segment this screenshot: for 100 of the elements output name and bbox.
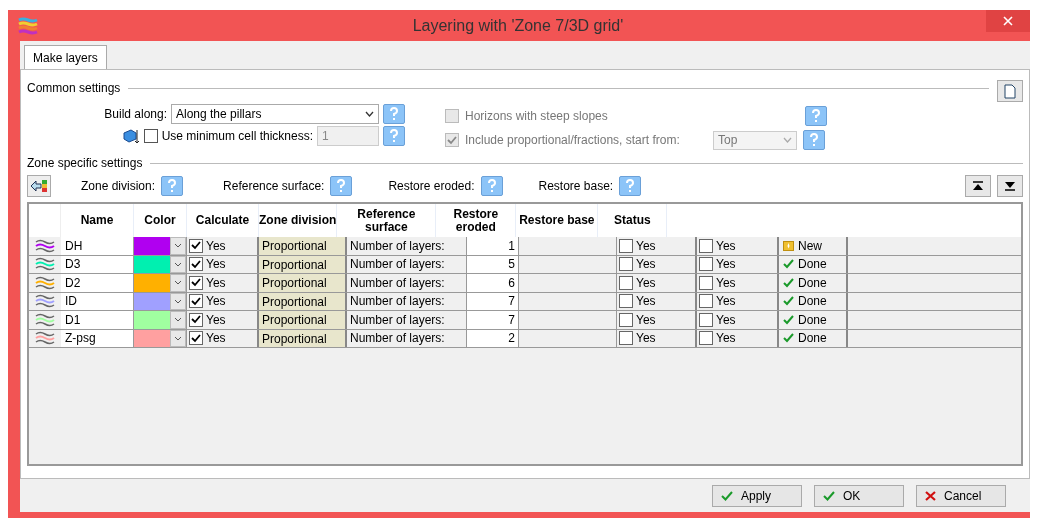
help-icon [389, 129, 399, 143]
layers-icon [35, 312, 55, 327]
help-button[interactable] [805, 106, 827, 126]
status-label: Done [798, 256, 827, 274]
chevron-icon [174, 317, 182, 323]
arrow-table-icon [30, 179, 48, 193]
checkmark-icon [783, 296, 794, 307]
build-along-label: Build along: [104, 106, 167, 123]
layers-icon [18, 16, 38, 35]
status-label: Done [798, 311, 827, 329]
checkbox[interactable] [189, 331, 203, 346]
cube-icon [121, 128, 140, 144]
checkbox[interactable] [189, 275, 203, 290]
help-button[interactable] [803, 130, 825, 150]
layers-label: Number of layers: [347, 237, 467, 255]
page-icon [1004, 83, 1016, 99]
checkbox[interactable] [699, 294, 713, 309]
help-button[interactable] [161, 176, 184, 196]
dialog-button[interactable]: Cancel [916, 485, 1006, 507]
layers-icon [35, 294, 55, 309]
help-button[interactable] [619, 176, 642, 196]
layers-label: Number of layers: [347, 274, 467, 292]
status-label: Done [798, 330, 827, 348]
checkbox[interactable] [619, 331, 633, 346]
help-button[interactable] [383, 126, 405, 146]
layers-cell[interactable]: 6 [467, 274, 518, 292]
checkbox-label: Yes [206, 274, 226, 292]
move-bottom-icon [1004, 181, 1016, 191]
dialog-button[interactable]: Apply [712, 485, 802, 507]
layers-icon [35, 257, 55, 272]
checkbox-label: Yes [716, 237, 736, 255]
checkbox-label: Yes [206, 293, 226, 311]
chevron-icon [783, 137, 792, 143]
checkbox[interactable] [619, 275, 633, 290]
checkmark-icon [783, 333, 794, 344]
proportional-button[interactable]: Proportional [259, 311, 347, 329]
checkbox[interactable] [619, 238, 633, 253]
export-button[interactable] [27, 175, 51, 197]
checkbox[interactable] [619, 294, 633, 309]
section-heading: Common settings [27, 80, 121, 97]
build-along-dropdown[interactable]: Along the pillars [171, 104, 379, 124]
chevron-icon [174, 335, 182, 341]
help-button[interactable] [480, 176, 503, 196]
checkbox[interactable] [699, 331, 713, 346]
checkbox[interactable] [699, 312, 713, 327]
checkbox-label: Yes [716, 330, 736, 348]
checkbox-label: Yes [636, 330, 656, 348]
layers-label: Number of layers: [347, 311, 467, 329]
name-cell: D2 [61, 274, 134, 292]
checkmark-icon [783, 314, 794, 325]
reference-surface-cell[interactable] [518, 311, 617, 329]
checkmark-icon [783, 259, 794, 270]
help-icon [389, 107, 399, 121]
proportional-button[interactable]: Proportional [259, 274, 347, 292]
status-label: Done [798, 274, 827, 292]
color-swatch[interactable] [134, 311, 170, 329]
color-swatch[interactable] [134, 237, 170, 255]
section-heading: Zone specific settings [27, 155, 143, 172]
checkbox-label: Yes [206, 330, 226, 348]
checkmark-icon [823, 491, 835, 501]
checkbox[interactable] [619, 257, 633, 272]
checkbox[interactable] [189, 312, 203, 327]
checkbox[interactable] [619, 312, 633, 327]
checkbox-label: Yes [716, 311, 736, 329]
checkbox-label: Yes [716, 293, 736, 311]
checkbox-label: Yes [206, 237, 226, 255]
close-icon [1003, 16, 1013, 26]
help-button[interactable] [383, 104, 405, 124]
steep-slopes-label: Horizons with steep slopes [465, 108, 609, 125]
checkbox[interactable] [189, 238, 203, 253]
checkbox[interactable] [699, 238, 713, 253]
reference-surface-cell[interactable] [518, 237, 617, 255]
chevron-icon [174, 243, 182, 249]
chevron-icon [174, 280, 182, 286]
layers-icon [35, 331, 55, 346]
help-icon [811, 109, 821, 123]
move-top-button[interactable] [965, 175, 991, 197]
checkbox[interactable] [699, 257, 713, 272]
checkbox[interactable] [189, 257, 203, 272]
checkbox-label: Yes [636, 311, 656, 329]
chevron-icon [365, 111, 374, 117]
help-icon [809, 133, 819, 147]
close-button[interactable] [986, 10, 1030, 32]
help-button[interactable] [330, 176, 353, 196]
proportional-button[interactable]: Proportional [259, 237, 347, 255]
layers-cell[interactable]: 1 [467, 237, 518, 255]
layers-icon [35, 238, 55, 253]
checkbox[interactable] [189, 294, 203, 309]
check-icon [447, 135, 457, 145]
help-label: Zone division: [81, 178, 156, 195]
reference-surface-cell[interactable] [518, 274, 617, 292]
dialog-button[interactable]: OK [814, 485, 904, 507]
checkbox-label: Yes [636, 274, 656, 292]
checkbox[interactable] [699, 275, 713, 290]
color-swatch[interactable] [134, 274, 170, 292]
help-label: Reference surface: [223, 178, 325, 195]
tab[interactable]: Make layers [24, 45, 107, 69]
layers-cell[interactable]: 7 [467, 311, 518, 329]
move-bottom-button[interactable] [997, 175, 1023, 197]
new-page-button[interactable] [997, 80, 1023, 102]
